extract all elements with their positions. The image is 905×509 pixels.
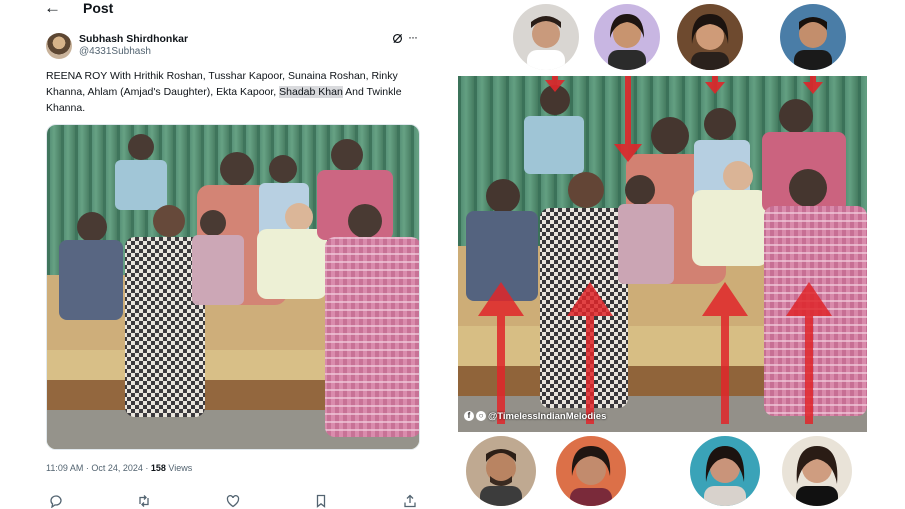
views-label: Views xyxy=(165,463,193,473)
top-face-3 xyxy=(677,4,743,70)
post-meta: 11:09 AM · Oct 24, 2024 · 158 Views xyxy=(46,463,192,474)
bottom-face-3 xyxy=(690,436,760,506)
instagram-icon: ○ xyxy=(476,411,486,421)
share-icon[interactable] xyxy=(403,494,417,508)
author-name[interactable]: Subhash Shirdhonkar xyxy=(79,33,188,45)
watermark-text: @TimelessIndianMelodies xyxy=(488,410,607,422)
post-panel: ← Post Subhash Shirdhonkar @4331Subhash … xyxy=(0,0,440,509)
annotated-photo[interactable] xyxy=(458,76,867,432)
arrow-left-icon[interactable]: ← xyxy=(44,0,61,18)
watermark: f ○ @TimelessIndianMelodies xyxy=(464,409,606,423)
bottom-face-1 xyxy=(466,436,536,506)
highlighted-text: Shadab Khan xyxy=(279,86,343,98)
post-text: REENA ROY With Hrithik Roshan, Tusshar K… xyxy=(46,68,408,116)
bottom-face-4 xyxy=(782,436,852,506)
post-timestamp[interactable]: 11:09 AM · Oct 24, 2024 · xyxy=(46,463,151,473)
grok-icon[interactable] xyxy=(392,33,403,44)
avatar[interactable] xyxy=(46,33,72,59)
top-face-4 xyxy=(780,4,846,70)
like-icon[interactable] xyxy=(226,494,240,508)
reply-icon[interactable] xyxy=(49,494,63,508)
bottom-face-2 xyxy=(556,436,626,506)
annotated-photo-image xyxy=(458,76,867,432)
top-face-2 xyxy=(594,4,660,70)
post-photo[interactable] xyxy=(46,124,420,450)
top-face-1 xyxy=(513,4,579,70)
facebook-icon: f xyxy=(464,411,474,421)
views-count: 158 xyxy=(150,463,166,473)
group-photo-image xyxy=(47,125,419,449)
page-title: Post xyxy=(83,0,114,16)
post-header: ← Post xyxy=(0,0,440,20)
bookmark-icon[interactable] xyxy=(314,494,328,508)
repost-icon[interactable] xyxy=(137,494,151,508)
more-options-icon[interactable]: ··· xyxy=(408,31,418,43)
author-handle[interactable]: @4331Subhash xyxy=(79,46,151,58)
action-bar xyxy=(46,494,420,509)
